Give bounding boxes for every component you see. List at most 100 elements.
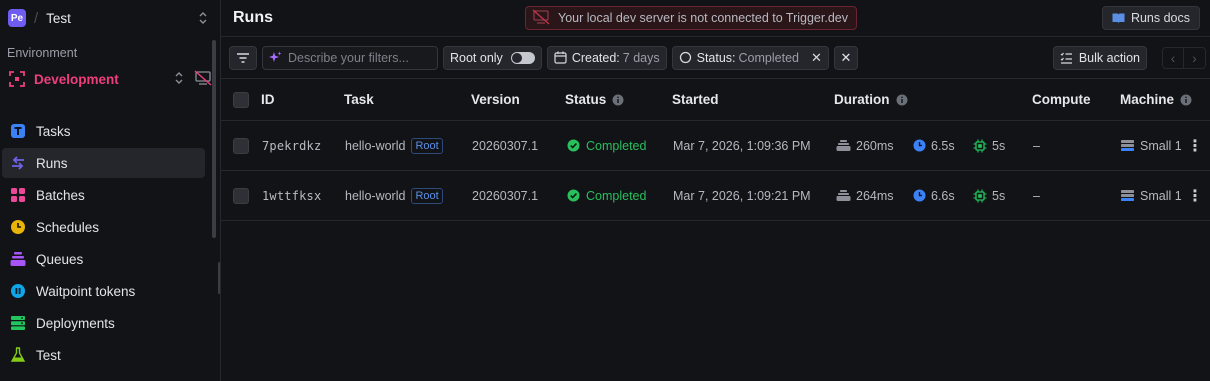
column-started[interactable]: Started: [672, 92, 719, 107]
test-flask-icon: [10, 347, 26, 363]
machine-value: Small 1: [1140, 138, 1182, 153]
column-machine[interactable]: Machine: [1120, 92, 1192, 107]
table-row[interactable]: 1wttfksx hello-world Root 20260307.1 Com…: [221, 171, 1210, 221]
sidebar-item-batches[interactable]: Batches: [2, 180, 205, 210]
runs-icon: [10, 155, 26, 171]
server-icon: [1121, 190, 1134, 201]
sidebar-item-tasks[interactable]: Tasks: [2, 116, 205, 146]
deployments-icon: [10, 315, 26, 331]
org-avatar: Pe: [8, 9, 26, 27]
select-all-checkbox[interactable]: [233, 91, 249, 108]
column-version[interactable]: Version: [471, 92, 520, 107]
filter-bar: Describe your filters... Root only Creat…: [221, 37, 1210, 79]
remove-status-filter-icon[interactable]: ✕: [811, 50, 822, 66]
run-machine: Small 1: [1120, 139, 1182, 153]
run-compute: –: [1033, 188, 1040, 203]
toggle-switch[interactable]: [510, 51, 535, 64]
column-status[interactable]: Status: [565, 92, 624, 107]
sidebar-resize-handle[interactable]: [218, 262, 220, 294]
waitpoint-icon: [10, 283, 26, 299]
column-id[interactable]: ID: [261, 92, 275, 107]
disconnected-icon[interactable]: [194, 69, 212, 89]
task-name: hello-world: [345, 138, 406, 153]
queue-stack-icon: [836, 190, 851, 201]
column-duration-label: Duration: [834, 92, 890, 107]
chevron-left-icon[interactable]: ‹: [1162, 46, 1184, 69]
row-checkbox[interactable]: [233, 187, 249, 204]
root-badge: Root: [411, 137, 443, 154]
runs-table: ID Task Version Status Started Duration …: [221, 79, 1210, 221]
sidebar-item-test[interactable]: Test: [2, 340, 205, 370]
column-compute[interactable]: Compute: [1032, 92, 1091, 107]
table-row[interactable]: 7pekrdkz hello-world Root 20260307.1 Com…: [221, 121, 1210, 171]
row-menu-icon[interactable]: ⋮: [1187, 136, 1203, 156]
status-filter[interactable]: Status: Completed ✕: [671, 45, 829, 70]
run-started: Mar 7, 2026, 1:09:21 PM: [673, 188, 811, 203]
filter-icon: [237, 52, 249, 63]
run-id[interactable]: 7pekrdkz: [262, 139, 321, 153]
sidebar-item-schedules[interactable]: Schedules: [2, 212, 205, 242]
bulk-action-button[interactable]: Bulk action: [1052, 45, 1147, 70]
warning-text: Your local dev server is not connected t…: [558, 11, 848, 25]
sidebar-item-runs[interactable]: Runs: [2, 148, 205, 178]
clear-filters-button[interactable]: ✕: [833, 45, 858, 70]
run-id[interactable]: 1wttfksx: [262, 189, 321, 203]
run-duration: 6.5s: [913, 139, 955, 153]
filter-placeholder: Describe your filters...: [288, 50, 409, 65]
environment-selector[interactable]: Development: [0, 64, 220, 94]
root-only-label: Root only: [450, 50, 503, 65]
created-filter[interactable]: Created: 7 days: [546, 45, 667, 70]
sidebar-item-queues[interactable]: Queues: [2, 244, 205, 274]
runs-docs-button[interactable]: Runs docs: [1101, 6, 1200, 30]
sidebar-item-label: Schedules: [36, 219, 100, 235]
run-machine: Small 1: [1120, 189, 1182, 203]
sidebar-scrollbar[interactable]: [212, 40, 216, 238]
sidebar-item-label: Runs: [36, 155, 68, 171]
disconnected-icon: [532, 8, 550, 28]
dev-environment-icon: [9, 71, 25, 87]
queued-duration: 264ms: [836, 189, 894, 203]
table-header: ID Task Version Status Started Duration …: [221, 79, 1210, 121]
run-status: Completed: [567, 189, 646, 203]
info-icon[interactable]: [612, 94, 624, 106]
page-title: Runs: [233, 9, 273, 26]
close-icon: ✕: [840, 49, 852, 65]
status-text: Completed: [586, 188, 647, 203]
filter-menu-button[interactable]: [229, 45, 257, 70]
list-checks-icon: [1060, 52, 1072, 64]
run-time-value: 6.5s: [931, 138, 955, 153]
sidebar-item-label: Test: [36, 347, 61, 363]
root-only-toggle[interactable]: Root only: [443, 45, 542, 70]
column-task[interactable]: Task: [344, 92, 374, 107]
queues-icon: [10, 251, 26, 267]
column-duration[interactable]: Duration: [834, 92, 908, 107]
book-icon: [1112, 13, 1125, 24]
org-selector[interactable]: Pe / Test: [0, 0, 220, 36]
sidebar: Pe / Test Environment Development Tasks …: [0, 0, 221, 381]
filter-search-input[interactable]: Describe your filters...: [262, 45, 438, 70]
sidebar-item-deployments[interactable]: Deployments: [2, 308, 205, 338]
info-icon[interactable]: [896, 94, 908, 106]
run-status: Completed: [567, 139, 646, 153]
main-content: Runs Your local dev server is not connec…: [221, 0, 1210, 381]
run-compute: –: [1033, 138, 1040, 153]
row-menu-icon[interactable]: ⋮: [1187, 186, 1203, 206]
cpu-value: 5s: [992, 188, 1006, 203]
chevron-right-icon[interactable]: ›: [1184, 46, 1206, 69]
sidebar-nav: Tasks Runs Batches Schedules Queues Wait…: [0, 116, 220, 370]
column-machine-label: Machine: [1120, 92, 1175, 107]
cpu-duration: 5s: [973, 139, 1005, 153]
run-duration: 6.6s: [913, 189, 955, 203]
sidebar-item-label: Batches: [36, 187, 85, 203]
row-checkbox[interactable]: [233, 137, 249, 154]
run-version: 20260307.1: [472, 188, 539, 203]
environment-name: Development: [34, 71, 119, 87]
run-task: hello-world Root: [345, 187, 443, 204]
sidebar-item-waitpoint-tokens[interactable]: Waitpoint tokens: [2, 276, 205, 306]
info-icon[interactable]: [1180, 94, 1192, 106]
chevron-updown-icon[interactable]: [174, 71, 184, 88]
project-name: Test: [46, 10, 71, 26]
chevron-updown-icon: [198, 11, 208, 25]
schedules-icon: [10, 219, 26, 235]
status-filter-value: Completed: [738, 50, 799, 65]
